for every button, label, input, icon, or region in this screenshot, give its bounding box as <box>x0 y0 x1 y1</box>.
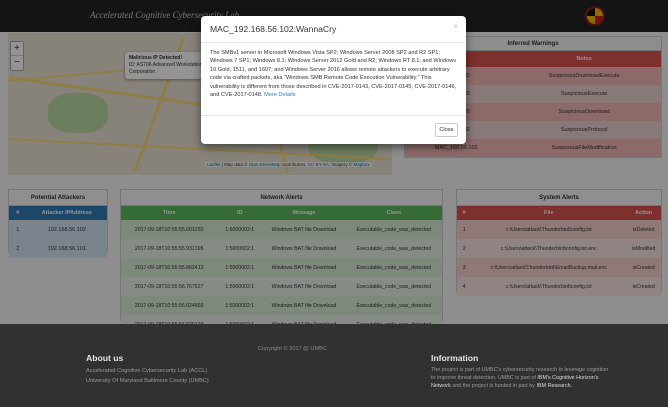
more-details-link[interactable]: More Details <box>264 92 295 98</box>
ibm-research-link[interactable]: IBM Research <box>537 383 571 389</box>
copyright-text: Copyright © 2017 @ UMBC <box>258 346 327 352</box>
close-button[interactable]: Close <box>435 123 458 137</box>
footer: Copyright © 2017 @ UMBC About us Acceler… <box>0 324 668 407</box>
vulnerability-description: The SMBv1 server in Microsoft Windows Vi… <box>210 50 457 99</box>
modal-header: MAC_192.168.56.102:WannaCry × <box>201 16 466 43</box>
modal-body: The SMBv1 server in Microsoft Windows Vi… <box>201 43 466 116</box>
about-line: University Of Maryland Baltimore County … <box>86 378 209 384</box>
information-text: The project is part of UMBC's cybersecur… <box>431 367 609 389</box>
about-heading: About us <box>86 353 124 363</box>
modal-title: MAC_192.168.56.102:WannaCry <box>210 24 337 34</box>
vulnerability-modal: MAC_192.168.56.102:WannaCry × The SMBv1 … <box>201 16 466 144</box>
close-icon[interactable]: × <box>453 22 458 31</box>
about-line: Accelerated Cognitive Cybersecurity Lab … <box>86 368 208 374</box>
information-heading: Information <box>431 353 479 363</box>
